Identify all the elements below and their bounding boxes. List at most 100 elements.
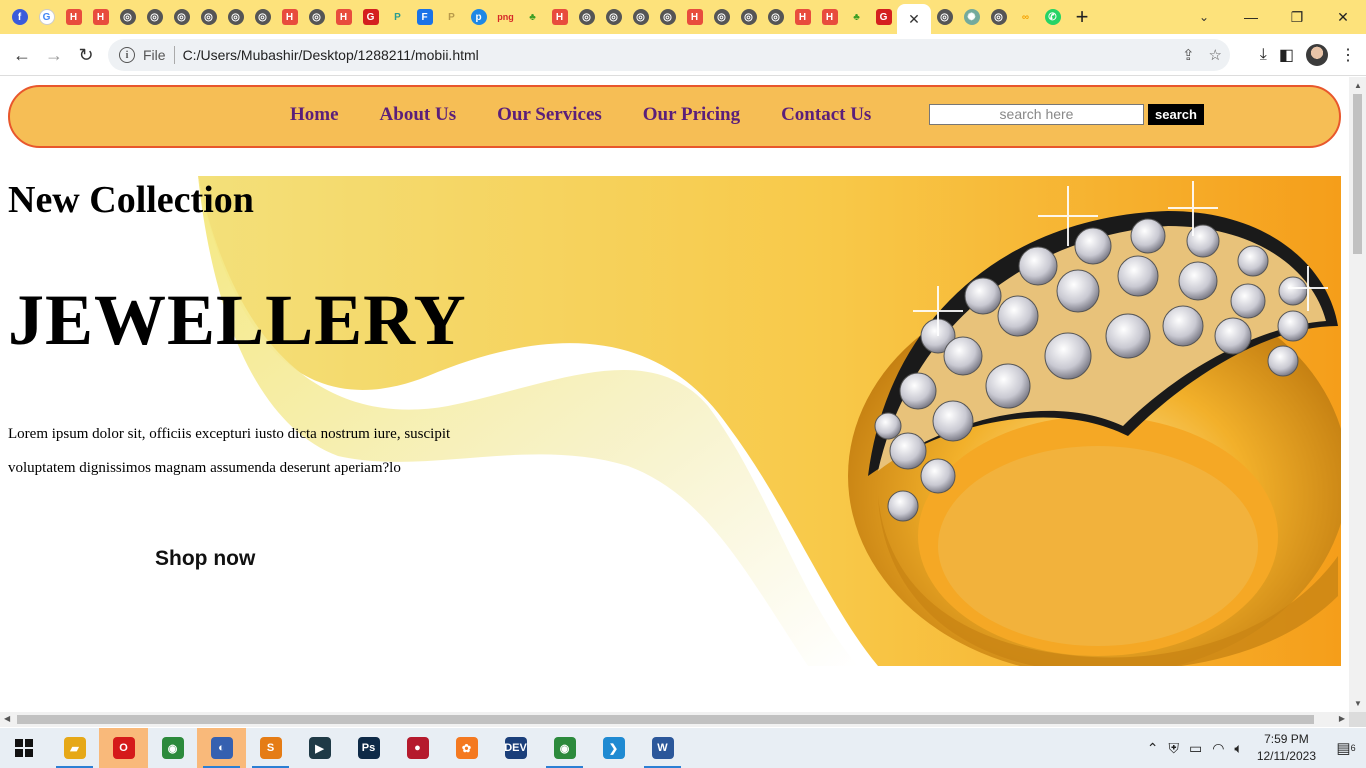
tab-globe-icon[interactable]: ◎ — [654, 0, 681, 34]
tab-h-icon[interactable]: H — [60, 0, 87, 34]
taskbar-app-vscode[interactable]: ❯ — [589, 728, 638, 768]
tab-h-icon[interactable]: H — [789, 0, 816, 34]
tab-h-icon[interactable]: H — [330, 0, 357, 34]
tab-globe-icon[interactable]: ◎ — [985, 0, 1012, 34]
clock[interactable]: 7:59 PM 12/11/2023 — [1257, 731, 1316, 765]
tab-p-icon[interactable]: P — [384, 0, 411, 34]
wifi-icon[interactable]: ◠ — [1212, 740, 1224, 757]
nav-link-contact[interactable]: Contact Us — [781, 104, 871, 126]
search-input[interactable]: search here — [929, 104, 1144, 125]
active-tab[interactable]: ✕ — [897, 4, 931, 34]
tab-whatsapp-icon[interactable]: ✆ — [1039, 0, 1066, 34]
tab-h-icon[interactable]: H — [276, 0, 303, 34]
terminal-icon: ▶ — [308, 737, 331, 759]
tray-chevron-icon[interactable]: ⌃ — [1147, 740, 1159, 757]
nav-link-about[interactable]: About Us — [380, 104, 457, 126]
tab-p-outline-icon[interactable]: P — [438, 0, 465, 34]
nav-link-home[interactable]: Home — [290, 104, 339, 126]
tab-leaf-icon[interactable]: ♣ — [519, 0, 546, 34]
tab-h-icon[interactable]: H — [816, 0, 843, 34]
tab-globe-icon[interactable]: ◎ — [931, 0, 958, 34]
tab-globe-icon[interactable]: ◎ — [249, 0, 276, 34]
taskbar-app-recorder[interactable]: ● — [393, 728, 442, 768]
tab-globe-icon[interactable]: ◎ — [708, 0, 735, 34]
reload-icon[interactable]: ↻ — [74, 43, 98, 67]
close-window-icon[interactable]: ✕ — [1320, 0, 1366, 34]
tab-globe-icon[interactable]: ◎ — [168, 0, 195, 34]
nav-link-services[interactable]: Our Services — [497, 104, 602, 126]
download-icon[interactable]: ⤓ — [1260, 46, 1267, 64]
bookmark-star-icon[interactable]: ☆ — [1209, 46, 1222, 64]
taskbar-app-chrome-profile[interactable]: ◉ — [540, 728, 589, 768]
tab-list: f G H H ◎ ◎ ◎ ◎ ◎ ◎ H ◎ H G P F P p png … — [0, 0, 1066, 34]
tab-favicon-icon[interactable]: f — [6, 0, 33, 34]
tab-doc-icon[interactable]: F — [411, 0, 438, 34]
tab-google-icon[interactable]: G — [33, 0, 60, 34]
tab-h-icon[interactable]: H — [87, 0, 114, 34]
site-info-icon[interactable]: i — [119, 47, 135, 63]
menu-kebab-icon[interactable]: ⋮ — [1340, 45, 1356, 65]
scroll-thumb[interactable] — [1353, 94, 1362, 254]
notification-center-icon[interactable]: ▤ 6 — [1332, 728, 1360, 768]
tab-globe-icon[interactable]: ◎ — [735, 0, 762, 34]
taskbar-app-chrome[interactable]: ◉ — [148, 728, 197, 768]
taskbar-app-photoshop[interactable]: Ps — [344, 728, 393, 768]
battery-icon[interactable]: ▭ — [1189, 740, 1202, 757]
toolbar-actions: ⤓ ◧ ⋮ — [1260, 39, 1356, 71]
taskbar-app-dev-cpp[interactable]: DEV — [491, 728, 540, 768]
horizontal-scrollbar[interactable]: ◀ ▶ — [0, 712, 1349, 727]
tab-g-red-icon[interactable]: G — [870, 0, 897, 34]
nav-link-pricing[interactable]: Our Pricing — [643, 104, 740, 126]
tab-globe-icon[interactable]: ◎ — [141, 0, 168, 34]
taskbar-app-media-player[interactable]: ◐ — [197, 728, 246, 768]
minimize-icon[interactable]: — — [1228, 0, 1274, 34]
scroll-thumb[interactable] — [17, 715, 1314, 724]
share-icon[interactable]: ⇪ — [1182, 46, 1195, 64]
close-tab-icon[interactable]: ✕ — [908, 11, 920, 28]
tab-h-icon[interactable]: H — [681, 0, 708, 34]
vertical-scrollbar[interactable]: ▲ ▼ — [1349, 77, 1366, 712]
scroll-right-icon[interactable]: ▶ — [1339, 714, 1345, 723]
taskbar-app-xampp[interactable]: ✿ — [442, 728, 491, 768]
tab-globe-icon[interactable]: ◎ — [600, 0, 627, 34]
taskbar-app-terminal[interactable]: ▶ — [295, 728, 344, 768]
profile-avatar[interactable] — [1306, 44, 1328, 66]
tab-h-icon[interactable]: H — [546, 0, 573, 34]
tab-globe-icon[interactable]: ◎ — [222, 0, 249, 34]
tab-globe-icon[interactable]: ◎ — [762, 0, 789, 34]
back-icon[interactable]: ← — [10, 43, 34, 67]
tab-globe-icon[interactable]: ◎ — [627, 0, 654, 34]
new-tab-button[interactable]: + — [1066, 0, 1098, 34]
tab-leaf-icon[interactable]: ♣ — [843, 0, 870, 34]
media-player-icon: ◐ — [210, 737, 233, 759]
tab-g-red-icon[interactable]: G — [357, 0, 384, 34]
volume-icon[interactable]: 🔈︎ — [1234, 740, 1242, 757]
scroll-up-icon[interactable]: ▲ — [1354, 81, 1362, 90]
forward-icon[interactable]: → — [42, 43, 66, 67]
tab-search-chevron-icon[interactable]: ⌄ — [1192, 0, 1216, 34]
scroll-down-icon[interactable]: ▼ — [1354, 699, 1362, 708]
taskbar-app-file-explorer[interactable]: ▰ — [50, 728, 99, 768]
tab-chatgpt-icon[interactable]: ✺ — [958, 0, 985, 34]
system-tray: ⌃ ⛨ ▭ ◠ 🔈︎ 7:59 PM 12/11/2023 ▤ 6 — [1147, 728, 1366, 768]
tab-p-blue-icon[interactable]: p — [465, 0, 492, 34]
taskbar-app-opera[interactable]: O — [99, 728, 148, 768]
search-button[interactable]: search — [1148, 104, 1204, 125]
taskbar-app-sublime-text[interactable]: S — [246, 728, 295, 768]
tab-globe-icon[interactable]: ◎ — [195, 0, 222, 34]
security-shield-icon[interactable]: ⛨ — [1168, 740, 1179, 757]
scroll-left-icon[interactable]: ◀ — [4, 714, 10, 723]
url-text[interactable]: C:/Users/Mubashir/Desktop/1288211/mobii.… — [183, 47, 479, 63]
taskbar-app-word[interactable]: W — [638, 728, 687, 768]
tab-globe-icon[interactable]: ◎ — [303, 0, 330, 34]
shop-now-button[interactable]: Shop now — [155, 547, 255, 571]
address-bar[interactable]: i File C:/Users/Mubashir/Desktop/1288211… — [108, 39, 1230, 71]
tab-globe-icon[interactable]: ◎ — [573, 0, 600, 34]
side-panel-icon[interactable]: ◧ — [1279, 45, 1294, 65]
tab-png-icon[interactable]: png — [492, 0, 519, 34]
tab-strip: f G H H ◎ ◎ ◎ ◎ ◎ ◎ H ◎ H G P F P p png … — [0, 0, 1366, 34]
tab-globe-icon[interactable]: ◎ — [114, 0, 141, 34]
restore-icon[interactable]: ❐ — [1274, 0, 1320, 34]
tab-colab-icon[interactable]: ∞ — [1012, 0, 1039, 34]
windows-start-icon[interactable] — [0, 728, 48, 768]
